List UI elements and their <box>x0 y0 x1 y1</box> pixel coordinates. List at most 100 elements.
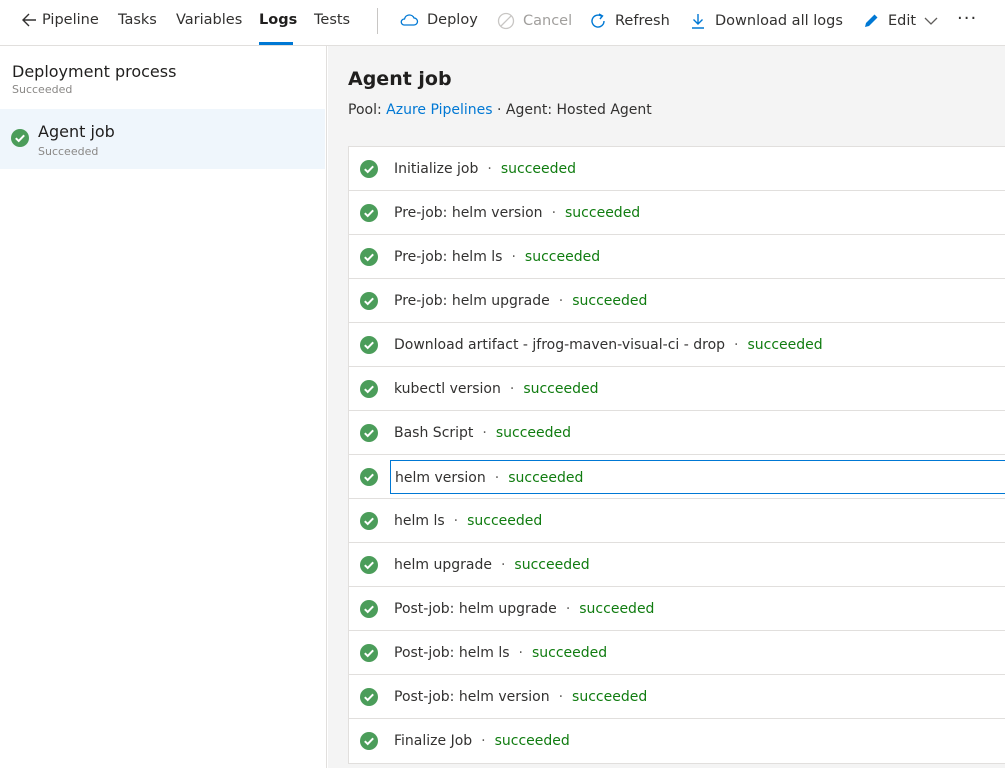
tab-tests[interactable]: Tests <box>314 12 350 28</box>
step-text: Finalize Job · succeeded <box>394 733 570 749</box>
step-separator: · <box>511 249 516 265</box>
step-status: succeeded <box>572 293 648 309</box>
step-name: Post-job: helm version <box>394 689 550 705</box>
step-row[interactable]: Bash Script · succeeded <box>349 411 1005 455</box>
tab-variables[interactable]: Variables <box>176 12 242 28</box>
download-icon <box>689 12 707 30</box>
step-row[interactable]: Post-job: helm version · succeeded <box>349 675 1005 719</box>
chevron-down-icon <box>924 16 938 26</box>
deployment-process-title: Deployment process <box>12 62 177 81</box>
step-separator: · <box>558 689 564 705</box>
cloud-icon <box>399 12 419 28</box>
step-text: Pre-job: helm version · succeeded <box>394 205 640 221</box>
pool-link[interactable]: Azure Pipelines <box>386 102 492 118</box>
tab-logs[interactable]: Logs <box>259 12 297 28</box>
step-text: Pre-job: helm ls · succeeded <box>394 249 600 265</box>
step-status: succeeded <box>579 601 655 617</box>
step-status: succeeded <box>500 161 577 177</box>
toolbar: Pipeline Tasks Variables Logs Tests Depl… <box>0 0 1005 46</box>
pipeline-link[interactable]: Pipeline <box>42 12 99 28</box>
step-separator: · <box>482 425 487 441</box>
step-text: Pre-job: helm upgrade · succeeded <box>394 293 647 309</box>
more-options-button[interactable]: ··· <box>957 8 977 29</box>
cancel-button[interactable]: Cancel <box>497 12 572 30</box>
step-name: Finalize Job <box>394 733 473 749</box>
step-name: Post-job: helm ls <box>394 645 510 661</box>
active-tab-indicator <box>259 42 293 45</box>
step-row[interactable]: Post-job: helm ls · succeeded <box>349 631 1005 675</box>
tab-tasks[interactable]: Tasks <box>118 12 157 28</box>
check-circle-icon <box>360 292 378 314</box>
step-name: kubectl version <box>394 381 501 397</box>
step-name: Pre-job: helm upgrade <box>394 293 550 309</box>
step-name: helm version <box>395 470 486 486</box>
step-name: Download artifact - jfrog-maven-visual-c… <box>394 337 726 353</box>
step-text: Initialize job · succeeded <box>394 161 576 177</box>
check-circle-icon <box>360 248 378 270</box>
step-separator: · <box>509 381 515 397</box>
step-separator: · <box>500 557 506 573</box>
refresh-button[interactable]: Refresh <box>589 12 670 30</box>
step-row[interactable]: Pre-job: helm upgrade · succeeded <box>349 279 1005 323</box>
pool-separator: · <box>497 102 502 118</box>
toolbar-divider <box>377 8 378 34</box>
step-status: succeeded <box>508 470 584 486</box>
step-row[interactable]: kubectl version · succeeded <box>349 367 1005 411</box>
step-status: succeeded <box>523 381 599 397</box>
step-row[interactable]: Post-job: helm upgrade · succeeded <box>349 587 1005 631</box>
step-row[interactable]: Finalize Job · succeeded <box>349 719 1005 763</box>
check-circle-icon <box>360 380 378 402</box>
check-circle-icon <box>360 732 378 754</box>
main-panel: Agent job Pool: Azure Pipelines · Agent:… <box>328 46 1005 768</box>
step-row[interactable]: Initialize job · succeeded <box>349 147 1005 191</box>
step-separator: · <box>453 513 459 529</box>
step-name: Initialize job <box>394 161 479 177</box>
check-circle-icon <box>360 556 378 578</box>
agent-label: Agent: Hosted Agent <box>505 102 652 118</box>
step-row[interactable]: helm upgrade · succeeded <box>349 543 1005 587</box>
step-name: Bash Script <box>394 425 474 441</box>
step-separator: · <box>734 337 739 353</box>
step-separator: · <box>494 470 500 486</box>
arrow-left-icon[interactable] <box>20 11 38 29</box>
step-row[interactable]: helm ls · succeeded <box>349 499 1005 543</box>
step-text: kubectl version · succeeded <box>394 381 599 397</box>
check-circle-icon <box>360 512 378 534</box>
job-list-item-agent-job[interactable]: Agent job Succeeded <box>0 109 325 169</box>
check-circle-icon <box>11 129 29 151</box>
step-text: helm ls · succeeded <box>394 513 542 529</box>
check-circle-icon <box>360 424 378 446</box>
deployment-process-status: Succeeded <box>12 83 73 96</box>
step-row[interactable]: Download artifact - jfrog-maven-visual-c… <box>349 323 1005 367</box>
refresh-label: Refresh <box>615 13 670 29</box>
pool-label: Pool: <box>348 102 382 118</box>
deploy-button[interactable]: Deploy <box>399 12 478 28</box>
step-status: succeeded <box>572 689 648 705</box>
step-status: succeeded <box>747 337 823 353</box>
refresh-icon <box>589 12 607 30</box>
step-name: Pre-job: helm version <box>394 205 543 221</box>
cancel-circle-icon <box>497 12 515 30</box>
step-name: Pre-job: helm ls <box>394 249 503 265</box>
edit-button[interactable]: Edit <box>862 12 938 30</box>
step-status: succeeded <box>531 645 608 661</box>
steps-list: Initialize job · succeeded Pre-job: helm ve… <box>348 146 1005 764</box>
edit-label: Edit <box>888 13 917 29</box>
check-circle-icon <box>360 204 378 226</box>
check-circle-icon <box>360 160 378 182</box>
step-name: helm ls <box>394 513 445 529</box>
step-status: succeeded <box>494 733 570 749</box>
step-row[interactable]: Pre-job: helm version · succeeded <box>349 191 1005 235</box>
step-separator: · <box>487 161 492 177</box>
step-status: succeeded <box>495 425 572 441</box>
step-separator: · <box>565 601 571 617</box>
step-row[interactable]: Pre-job: helm ls · succeeded <box>349 235 1005 279</box>
step-status: succeeded <box>514 557 590 573</box>
step-separator: · <box>481 733 486 749</box>
download-all-logs-button[interactable]: Download all logs <box>689 12 843 30</box>
page-title: Agent job <box>348 68 452 90</box>
step-status: succeeded <box>467 513 543 529</box>
step-status: succeeded <box>524 249 601 265</box>
step-row[interactable]: helm version · succeeded <box>349 455 1005 499</box>
pencil-icon <box>862 12 880 30</box>
